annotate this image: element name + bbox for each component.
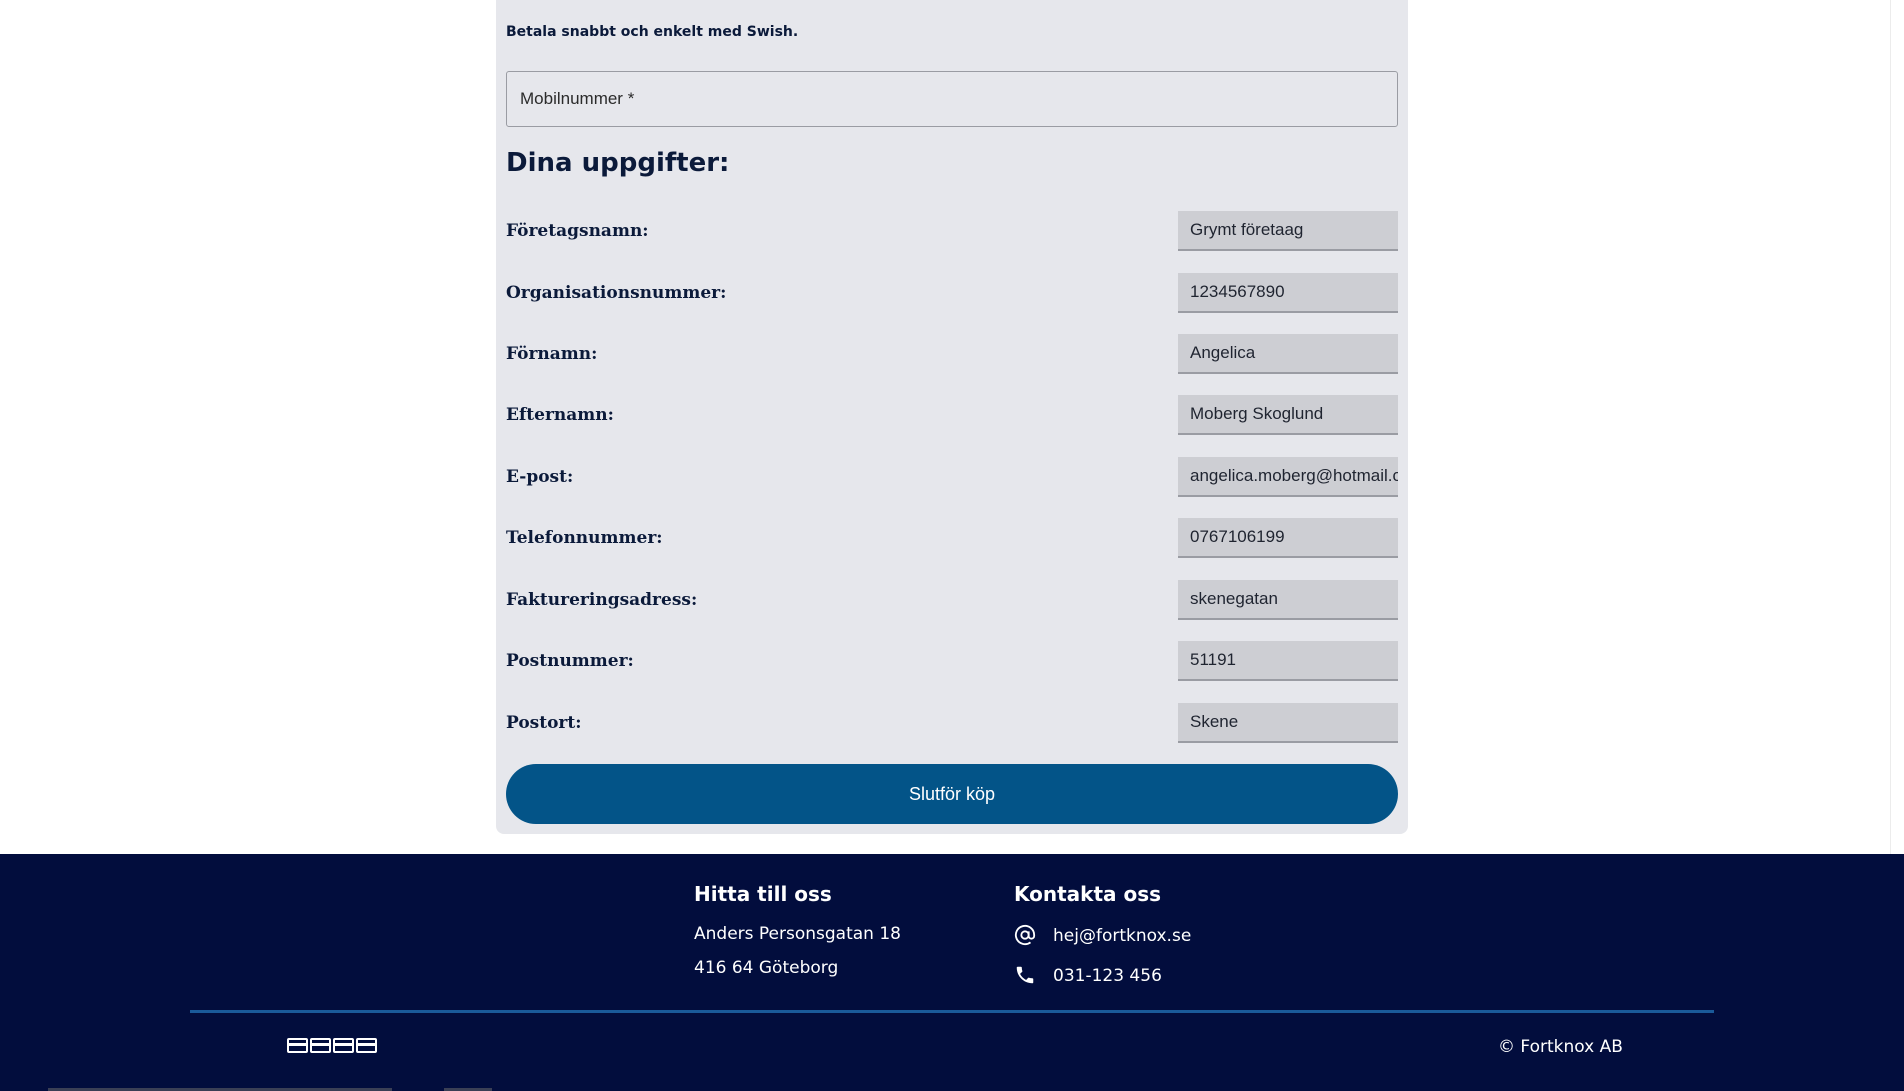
field-row-city: Postort: Skene xyxy=(506,703,1398,743)
field-row-email: E-post: angelica.moberg@hotmail.com xyxy=(506,457,1398,497)
company-name-field[interactable]: Grymt företaag xyxy=(1178,211,1398,251)
field-row-billing-address: Faktureringsadress: skenegatan xyxy=(506,580,1398,620)
field-row-orgnr: Organisationsnummer: 1234567890 xyxy=(506,273,1398,313)
postcode-field[interactable]: 51191 xyxy=(1178,641,1398,681)
card-icon xyxy=(356,1038,377,1053)
phone-icon xyxy=(1016,966,1034,984)
field-label: Företagsnamn: xyxy=(506,221,649,241)
first-name-field[interactable]: Angelica xyxy=(1178,334,1398,374)
city-field[interactable]: Skene xyxy=(1178,703,1398,743)
field-row-lastname: Efternamn: Moberg Skoglund xyxy=(506,395,1398,435)
billing-address-field[interactable]: skenegatan xyxy=(1178,580,1398,620)
contact-heading: Kontakta oss xyxy=(1014,882,1162,906)
field-label: E-post: xyxy=(506,467,574,487)
field-row-firstname: Förnamn: Angelica xyxy=(506,334,1398,374)
footer: Hitta till oss Anders Personsgatan 18 41… xyxy=(0,854,1904,1091)
payment-methods xyxy=(287,1038,377,1053)
org-number-field[interactable]: 1234567890 xyxy=(1178,273,1398,313)
card-icon xyxy=(287,1038,308,1053)
details-title: Dina uppgifter: xyxy=(506,148,730,178)
complete-purchase-button[interactable]: Slutför köp xyxy=(506,764,1398,824)
field-row-phone: Telefonnummer: 0767106199 xyxy=(506,518,1398,558)
field-label: Organisationsnummer: xyxy=(506,283,727,303)
field-label: Telefonnummer: xyxy=(506,528,663,548)
field-row-postcode: Postnummer: 51191 xyxy=(506,641,1398,681)
checkout-panel: Betala snabbt och enkelt med Swish. Mobi… xyxy=(496,0,1408,834)
at-sign-icon xyxy=(1014,924,1036,946)
last-name-field[interactable]: Moberg Skoglund xyxy=(1178,395,1398,435)
contact-phone-link[interactable]: 031-123 456 xyxy=(1053,966,1162,986)
email-field[interactable]: angelica.moberg@hotmail.com xyxy=(1178,457,1398,497)
field-label: Efternamn: xyxy=(506,405,614,425)
field-label: Faktureringsadress: xyxy=(506,590,698,610)
card-icon xyxy=(333,1038,354,1053)
field-label: Postort: xyxy=(506,713,582,733)
contact-email-link[interactable]: hej@fortknox.se xyxy=(1053,926,1191,946)
address-line-1: Anders Personsgatan 18 xyxy=(694,924,901,944)
scrollbar[interactable] xyxy=(1890,0,1904,854)
field-label: Postnummer: xyxy=(506,651,634,671)
field-label: Förnamn: xyxy=(506,344,598,364)
field-row-company: Företagsnamn: Grymt företaag xyxy=(506,211,1398,251)
copyright: © Fortknox AB xyxy=(1498,1037,1623,1057)
swish-description: Betala snabbt och enkelt med Swish. xyxy=(506,24,799,40)
card-icon xyxy=(310,1038,331,1053)
mobile-number-input[interactable]: Mobilnummer * xyxy=(506,71,1398,127)
phone-field[interactable]: 0767106199 xyxy=(1178,518,1398,558)
address-line-2: 416 64 Göteborg xyxy=(694,958,839,978)
footer-divider xyxy=(190,1010,1714,1013)
find-us-heading: Hitta till oss xyxy=(694,882,832,906)
